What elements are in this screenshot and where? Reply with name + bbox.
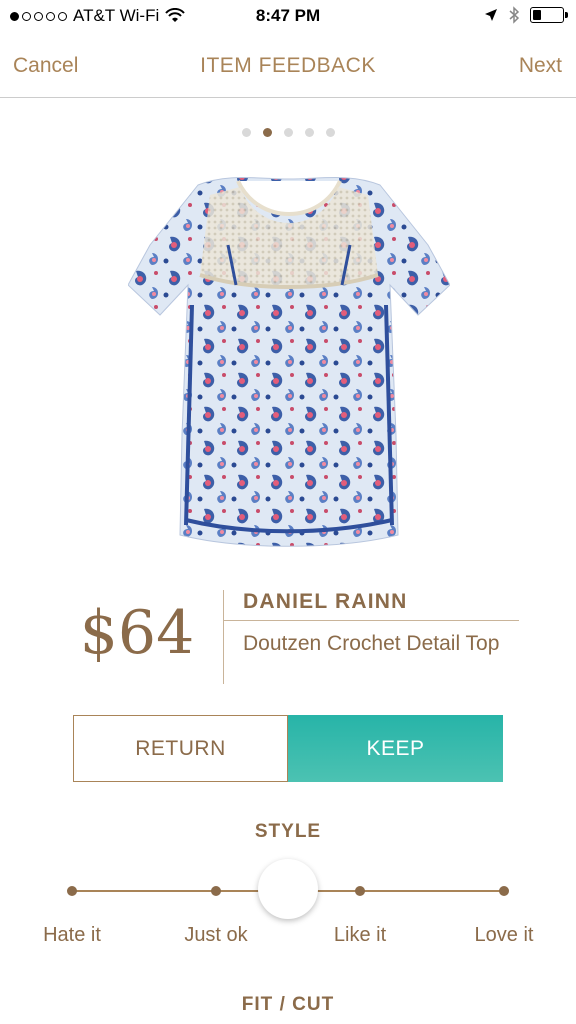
style-option-label[interactable]: Love it (444, 924, 564, 947)
page-dot[interactable] (283, 128, 293, 137)
style-section-title: STYLE (254, 821, 322, 842)
style-slider-stop[interactable] (211, 886, 221, 896)
page-dot[interactable] (325, 128, 335, 137)
style-slider-stop[interactable] (67, 886, 77, 896)
page-dot[interactable] (304, 128, 314, 137)
keep-button[interactable]: KEEP (288, 715, 503, 782)
navigation-bar: Cancel ITEM FEEDBACK Next (0, 34, 576, 98)
next-button[interactable]: Next (519, 54, 562, 78)
fit-cut-section-title: FIT / CUT (241, 994, 335, 1015)
page-indicator[interactable] (0, 128, 576, 137)
brand-divider (223, 620, 519, 621)
return-button[interactable]: RETURN (73, 715, 288, 782)
page-dot[interactable] (262, 128, 272, 137)
item-name: Doutzen Crochet Detail Top (243, 632, 500, 655)
style-option-label[interactable]: Like it (300, 924, 420, 947)
style-option-label[interactable]: Just ok (156, 924, 276, 947)
price-divider (223, 590, 224, 684)
style-slider-stop[interactable] (499, 886, 509, 896)
price: $64 (79, 598, 195, 668)
battery-icon (530, 7, 568, 23)
style-option-label[interactable]: Hate it (12, 924, 132, 947)
page-title: ITEM FEEDBACK (200, 54, 376, 77)
page-dot[interactable] (241, 128, 251, 137)
product-image (128, 177, 450, 547)
location-arrow-icon (485, 9, 497, 21)
battery-fill (533, 10, 541, 20)
status-right (484, 6, 568, 24)
status-bar: AT&T Wi-Fi 8:47 PM (0, 0, 576, 34)
style-slider-knob[interactable] (258, 859, 318, 919)
style-slider-stop[interactable] (355, 886, 365, 896)
bluetooth-icon (509, 6, 520, 24)
brand-name: DANIEL RAINN (243, 590, 408, 613)
